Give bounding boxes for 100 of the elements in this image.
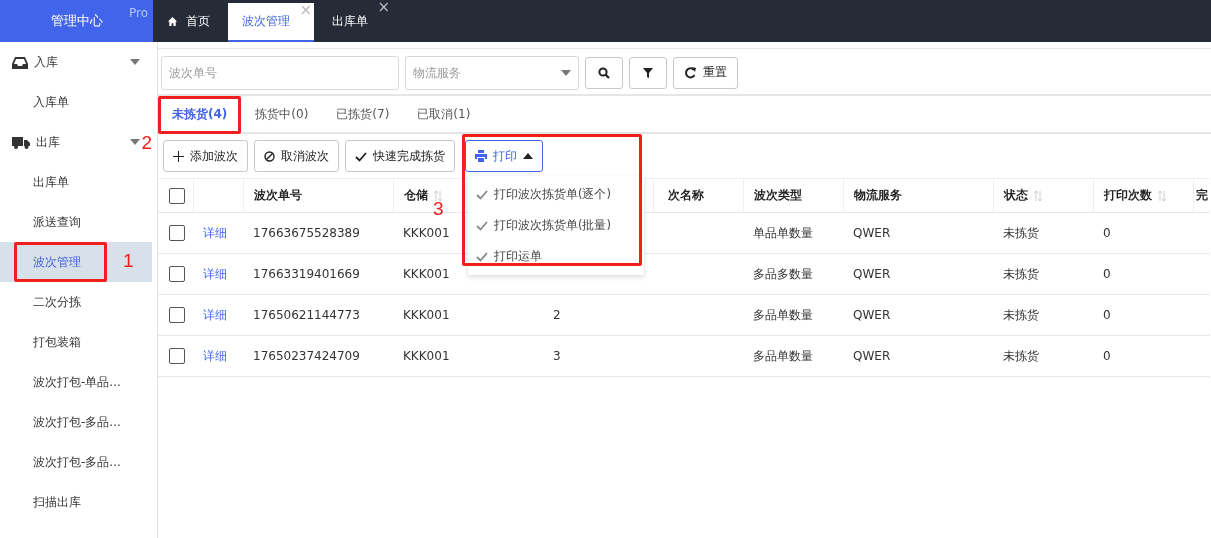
filter-icon xyxy=(643,67,653,78)
item-label: 波次打包-多品... xyxy=(33,413,121,431)
status-tab[interactable]: 已取消(1) xyxy=(403,96,485,132)
tab-label: 出库单 xyxy=(332,12,368,30)
row-checkbox[interactable] xyxy=(169,307,185,323)
quick-complete-button[interactable]: 快速完成拣货 xyxy=(345,140,455,172)
inbox-icon xyxy=(12,55,28,69)
table-cell: 17663675528389 xyxy=(243,212,393,254)
table-cell: 17650237424709 xyxy=(243,335,393,377)
row-checkbox[interactable] xyxy=(169,348,185,364)
logistics-select[interactable]: 物流服务 xyxy=(405,55,579,90)
table-cell: QWER xyxy=(843,294,993,336)
menu-item-label: 打印波次拣货单(逐个) xyxy=(494,187,611,202)
pro-label: Pro xyxy=(128,6,148,20)
app-title: 管理中心 xyxy=(50,12,103,30)
item-label: 波次管理 xyxy=(33,253,81,271)
menu-item[interactable]: 派送查询 xyxy=(0,202,152,242)
page-tab[interactable]: 出库单 × xyxy=(318,0,392,42)
menu-item[interactable]: 波次打包-多品... xyxy=(0,402,152,442)
search-button[interactable] xyxy=(585,56,623,89)
menu-item[interactable]: 二次分拣 xyxy=(0,282,152,322)
page-tab[interactable]: 波次管理 × xyxy=(228,3,314,42)
row-checkbox[interactable] xyxy=(169,266,185,282)
detail-link[interactable]: 详细 xyxy=(203,225,227,240)
item-label: 波次打包-多品... xyxy=(33,453,121,471)
printer-icon xyxy=(475,150,487,162)
column-header: 波次单号 xyxy=(253,188,302,203)
detail-link[interactable]: 详细 xyxy=(203,348,227,363)
status-tab[interactable]: 拣货中(0) xyxy=(241,96,323,132)
column-header[interactable]: 仓储 xyxy=(403,188,428,203)
menu-item[interactable]: 波次打包-单品... xyxy=(0,362,152,402)
check-icon xyxy=(355,150,367,162)
column-header: 次名称 xyxy=(667,188,704,203)
caret-down-icon xyxy=(561,69,571,76)
menu-item-label: 打印运单 xyxy=(494,249,542,264)
menu-item[interactable]: 打包装箱 xyxy=(0,322,152,362)
sort-icon xyxy=(1157,190,1166,201)
wave-number-field[interactable]: 波次单号 xyxy=(161,55,399,90)
annotation-number: 2 xyxy=(141,132,152,154)
tab-label: 波次管理 xyxy=(242,13,290,30)
menu-item[interactable]: 波次管理 1 xyxy=(0,242,152,282)
status-tab[interactable]: 已拣货(7) xyxy=(322,96,404,132)
table-cell: 0 xyxy=(1093,212,1193,254)
print-menu-item[interactable]: 打印运单 xyxy=(468,241,644,272)
print-menu-item[interactable]: 打印波次拣货单(逐个) xyxy=(468,179,644,210)
add-wave-button[interactable]: 添加波次 xyxy=(163,140,248,172)
item-label: 扫描出库 xyxy=(33,493,81,511)
group-label: 入库 xyxy=(34,53,59,71)
item-label: 派送查询 xyxy=(33,213,81,231)
cancel-wave-button[interactable]: 取消波次 xyxy=(254,140,339,172)
tab-label: 首页 xyxy=(186,12,210,30)
item-label: 出库单 xyxy=(33,173,69,191)
table-cell: 17663319401669 xyxy=(243,253,393,295)
table-cell: KKK001 xyxy=(393,335,543,377)
table-cell: 0 xyxy=(1093,335,1193,377)
ban-icon xyxy=(264,150,275,162)
column-header: 物流服务 xyxy=(853,188,902,203)
item-label: 入库单 xyxy=(33,93,69,111)
status-tab[interactable]: 未拣货(4) xyxy=(158,96,242,132)
menu-group[interactable]: 入库 xyxy=(0,42,152,82)
table-cell: QWER xyxy=(843,335,993,377)
row-checkbox[interactable] xyxy=(169,225,185,241)
table-cell: 0 xyxy=(1093,253,1193,295)
table-cell: 17650621144773 xyxy=(243,294,393,336)
sort-icon xyxy=(1033,190,1042,201)
menu-item[interactable]: 出库单 xyxy=(0,162,152,202)
table-cell: 未拣货 xyxy=(993,294,1093,336)
menu-item[interactable]: 入库单 xyxy=(0,82,152,122)
close-tab-button[interactable]: × xyxy=(377,0,390,15)
annotation-number: 3 xyxy=(433,198,444,220)
item-label: 波次打包-单品... xyxy=(33,373,121,391)
page-tab[interactable]: 首页 xyxy=(153,0,224,42)
menu-item[interactable]: 波次打包-多品... xyxy=(0,442,152,482)
table-cell: 未拣货 xyxy=(993,212,1093,254)
table-cell: 2 xyxy=(543,294,653,336)
column-header: 完 xyxy=(1195,188,1208,203)
menu-group[interactable]: 出库 2 xyxy=(0,122,152,162)
table-cell: QWER xyxy=(843,253,993,295)
item-label: 打包装箱 xyxy=(33,333,81,351)
print-button[interactable]: 打印 xyxy=(465,140,543,172)
plus-icon xyxy=(173,150,184,162)
print-menu-item[interactable]: 打印波次拣货单(批量) xyxy=(468,210,644,241)
table-cell: 单品单数量 xyxy=(743,212,843,254)
column-header[interactable]: 状态 xyxy=(1003,188,1028,203)
table-cell: 多品单数量 xyxy=(743,294,843,336)
menu-item[interactable]: 扫描出库 xyxy=(0,482,152,522)
check-icon xyxy=(476,189,488,200)
reset-button[interactable]: 重置 xyxy=(673,56,738,89)
table-cell: 未拣货 xyxy=(993,335,1093,377)
annotation-number: 1 xyxy=(123,250,134,272)
column-header: 波次类型 xyxy=(753,188,802,203)
detail-link[interactable]: 详细 xyxy=(203,307,227,322)
table-cell: 0 xyxy=(1093,294,1193,336)
group-label: 出库 xyxy=(36,133,61,151)
sort-icon xyxy=(433,190,442,201)
detail-link[interactable]: 详细 xyxy=(203,266,227,281)
select-all-checkbox[interactable] xyxy=(169,187,185,204)
filter-button[interactable] xyxy=(629,56,667,89)
item-label: 二次分拣 xyxy=(33,293,81,311)
search-icon xyxy=(598,66,610,79)
